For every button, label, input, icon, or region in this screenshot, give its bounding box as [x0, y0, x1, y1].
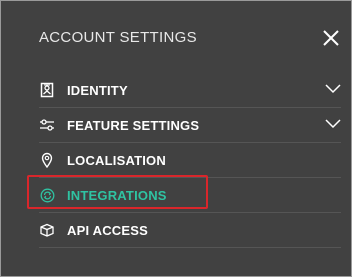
- menu-item-integrations[interactable]: INTEGRATIONS: [39, 178, 341, 213]
- menu-item-label: INTEGRATIONS: [67, 187, 167, 203]
- close-button[interactable]: [321, 28, 341, 48]
- menu-item-api-access[interactable]: API ACCESS: [39, 213, 341, 248]
- menu-item-label: API ACCESS: [67, 222, 148, 238]
- sliders-icon: [39, 117, 55, 133]
- sync-icon: [39, 187, 55, 203]
- account-settings-panel: ACCOUNT SETTINGS IDENTITY FEATURE SETTIN…: [0, 0, 352, 277]
- location-pin-icon: [39, 152, 55, 168]
- panel-title: ACCOUNT SETTINGS: [39, 29, 197, 46]
- chevron-down-icon[interactable]: [325, 81, 341, 95]
- settings-menu: IDENTITY FEATURE SETTINGS LOCALISATION I…: [39, 73, 341, 248]
- box-icon: [39, 222, 55, 238]
- close-icon: [323, 30, 339, 46]
- menu-item-localisation[interactable]: LOCALISATION: [39, 143, 341, 178]
- chevron-down-icon[interactable]: [325, 116, 341, 130]
- menu-item-feature-settings[interactable]: FEATURE SETTINGS: [39, 108, 341, 143]
- identity-icon: [39, 82, 55, 98]
- menu-item-label: IDENTITY: [67, 82, 128, 98]
- menu-item-label: LOCALISATION: [67, 152, 166, 168]
- menu-item-identity[interactable]: IDENTITY: [39, 73, 341, 108]
- menu-item-label: FEATURE SETTINGS: [67, 117, 200, 133]
